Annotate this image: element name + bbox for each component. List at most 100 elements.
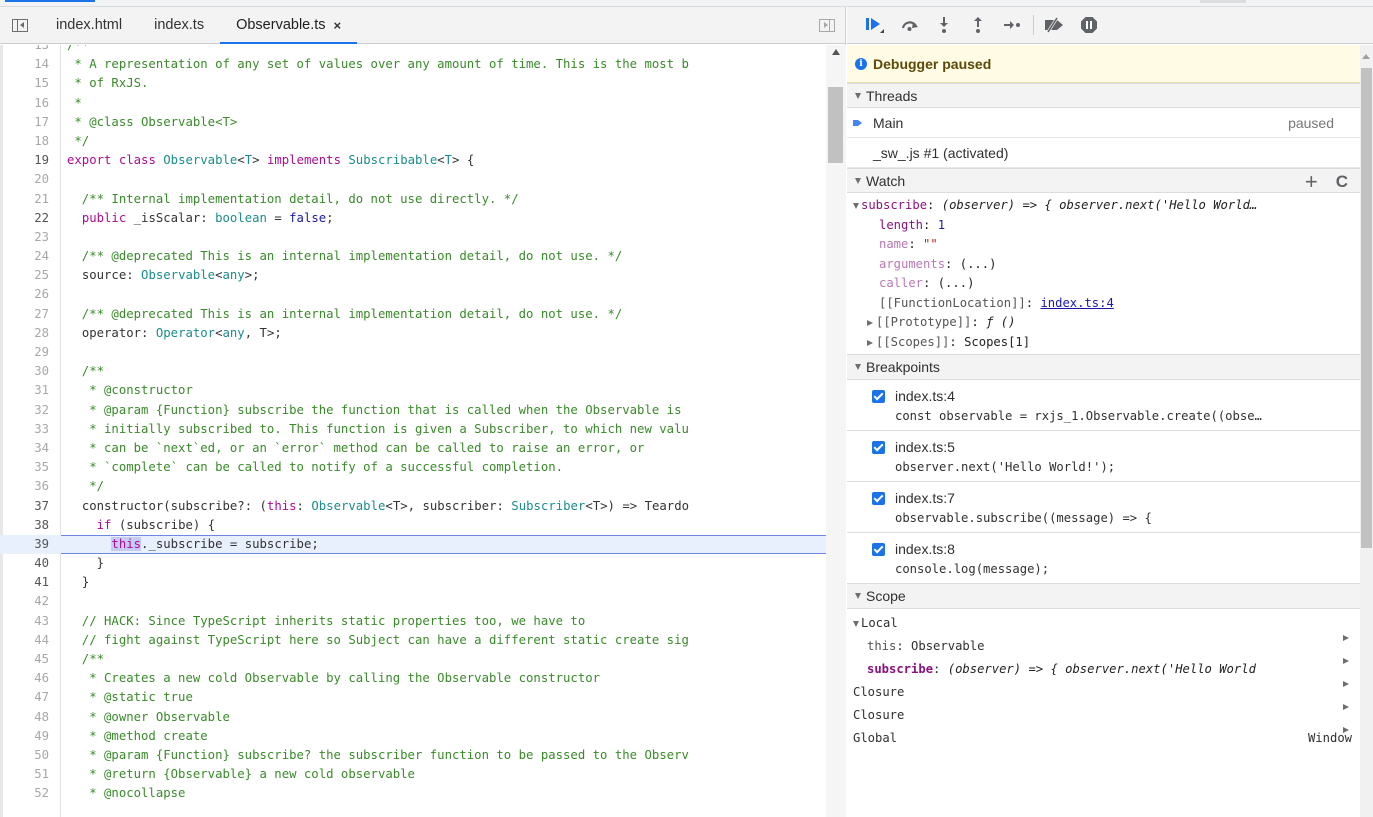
line-number[interactable]: 16 (0, 94, 55, 113)
line-number[interactable]: 29 (0, 343, 55, 362)
debugger-scroll-thumb[interactable] (1361, 68, 1372, 548)
line-number[interactable]: 30 (0, 362, 55, 381)
scope-local-subscribe[interactable]: subscribe: (observer) => { observer.next… (847, 658, 1360, 681)
add-watch-icon[interactable]: + (1305, 169, 1318, 195)
line-number[interactable]: 14 (0, 55, 55, 74)
scroll-up-icon[interactable] (832, 49, 840, 55)
line-number[interactable]: 18 (0, 132, 55, 151)
code-line[interactable]: 23 (0, 228, 826, 247)
line-number[interactable]: 40 (0, 554, 55, 573)
breakpoint-item[interactable]: index.ts:8 console.log(message); (847, 533, 1360, 584)
code-line[interactable]: 37 constructor(subscribe?: (this: Observ… (0, 497, 826, 516)
line-number[interactable]: 24 (0, 247, 55, 266)
code-line[interactable]: 41 } (0, 573, 826, 592)
line-number[interactable]: 38 (0, 516, 55, 535)
code-line[interactable]: 33 * initially subscribed to. This funct… (0, 420, 826, 439)
line-number[interactable]: 13 (0, 45, 55, 55)
code-line[interactable]: 49 * @method create (0, 727, 826, 746)
code-line[interactable]: 31 * @constructor (0, 381, 826, 400)
code-line[interactable]: 28 operator: Operator<any, T>; (0, 324, 826, 343)
scope-local-this[interactable]: this: Observable (847, 635, 1360, 658)
line-number[interactable]: 33 (0, 420, 55, 439)
breakpoint-item[interactable]: index.ts:5 observer.next('Hello World!'); (847, 431, 1360, 482)
watch-prop-prototype[interactable]: [[Prototype]]: ƒ () (847, 313, 1360, 333)
resume-button[interactable] (859, 10, 893, 40)
line-number[interactable]: 23 (0, 228, 55, 247)
line-number[interactable]: 34 (0, 439, 55, 458)
code-line[interactable]: 40 } (0, 554, 826, 573)
resize-grip[interactable] (1200, 0, 1246, 3)
line-number[interactable]: 45 (0, 650, 55, 669)
line-number[interactable]: 37 (0, 497, 55, 516)
toggle-navigator-button[interactable] (0, 7, 40, 43)
function-location-link[interactable]: index.ts:4 (1040, 296, 1113, 310)
code-line[interactable]: 43 // HACK: Since TypeScript inherits st… (0, 612, 826, 631)
code-line[interactable]: 24 /** @deprecated This is an internal i… (0, 247, 826, 266)
watch-prop-arguments[interactable]: arguments: (...) (847, 255, 1360, 275)
breakpoint-checkbox[interactable] (872, 543, 885, 556)
line-number[interactable]: 50 (0, 746, 55, 765)
code-line[interactable]: 27 /** @deprecated This is an internal i… (0, 305, 826, 324)
code-line[interactable]: 22 public _isScalar: boolean = false; (0, 209, 826, 228)
prop-value[interactable]: (...) (938, 276, 975, 290)
line-number[interactable]: 26 (0, 285, 55, 304)
thread-item-sw[interactable]: _sw_.js #1 (activated) (847, 138, 1360, 168)
line-number[interactable]: 47 (0, 688, 55, 707)
tab-index-html[interactable]: index.html (40, 7, 138, 43)
code-line[interactable]: 25 source: Observable<any>; (0, 266, 826, 285)
line-number[interactable]: 31 (0, 381, 55, 400)
breakpoint-checkbox[interactable] (872, 390, 885, 403)
code-line[interactable]: 48 * @owner Observable (0, 708, 826, 727)
code-line[interactable]: 29 (0, 343, 826, 362)
breakpoint-item[interactable]: index.ts:7 observable.subscribe((message)… (847, 482, 1360, 533)
scope-local[interactable]: Local (847, 612, 1360, 635)
refresh-watch-icon[interactable]: C (1336, 172, 1348, 192)
toggle-debugger-button[interactable] (809, 7, 845, 43)
code-line[interactable]: 21 /** Internal implementation detail, d… (0, 190, 826, 209)
code-line[interactable]: 52 * @nocollapse (0, 784, 826, 803)
step-button[interactable] (995, 10, 1029, 40)
code-line[interactable]: 51 * @return {Observable} a new cold obs… (0, 765, 826, 784)
code-line[interactable]: 19 export class Observable<T> implements … (0, 151, 826, 170)
scope-closure[interactable]: Closure (847, 704, 1360, 727)
prop-value[interactable]: (...) (960, 257, 997, 271)
debugger-scrollbar[interactable] (1360, 45, 1373, 817)
code-line[interactable]: 15 * of RxJS. (0, 74, 826, 93)
line-number[interactable]: 35 (0, 458, 55, 477)
scope-global[interactable]: Global Window (847, 727, 1360, 750)
line-number[interactable]: 49 (0, 727, 55, 746)
code-line[interactable]: 32 * @param {Function} subscribe the fun… (0, 401, 826, 420)
code-line[interactable]: 38 if (subscribe) { (0, 516, 826, 535)
line-number[interactable]: 19 (0, 151, 55, 170)
code-line[interactable]: 17 * @class Observable<T> (0, 113, 826, 132)
code-view[interactable]: 13 /** 14 * A representation of any set of… (0, 45, 826, 817)
line-number[interactable]: 41 (0, 573, 55, 592)
line-number[interactable]: 39 (0, 535, 55, 554)
breakpoint-item[interactable]: index.ts:4 const observable = rxjs_1.Obse… (847, 380, 1360, 431)
scope-section-header[interactable]: Scope (847, 584, 1360, 609)
breakpoint-checkbox[interactable] (872, 492, 885, 505)
deactivate-breakpoints-button[interactable] (1038, 10, 1072, 40)
line-number[interactable]: 44 (0, 631, 55, 650)
code-line[interactable]: 36 */ (0, 477, 826, 496)
scroll-up-icon[interactable] (1362, 54, 1370, 59)
line-number[interactable]: 28 (0, 324, 55, 343)
line-number[interactable]: 21 (0, 190, 55, 209)
line-number[interactable]: 15 (0, 74, 55, 93)
breakpoint-checkbox[interactable] (872, 441, 885, 454)
line-number[interactable]: 25 (0, 266, 55, 285)
code-line[interactable]: 20 (0, 170, 826, 189)
breakpoints-section-header[interactable]: Breakpoints (847, 355, 1360, 380)
line-number[interactable]: 17 (0, 113, 55, 132)
watch-prop-name[interactable]: name: "" (847, 235, 1360, 255)
code-line[interactable]: 46 * Creates a new cold Observable by ca… (0, 669, 826, 688)
code-line[interactable]: 13 /** (0, 45, 826, 55)
code-line[interactable]: 34 * can be `next`ed, or an `error` meth… (0, 439, 826, 458)
watch-section-header[interactable]: Watch + C (847, 168, 1360, 195)
editor-scroll-thumb[interactable] (828, 87, 843, 163)
scope-closure[interactable]: Closure (847, 681, 1360, 704)
line-number[interactable]: 32 (0, 401, 55, 420)
close-tab-icon[interactable]: × (334, 18, 342, 33)
watch-prop-scopes[interactable]: [[Scopes]]: Scopes[1] (847, 333, 1360, 353)
code-line[interactable]: 45 /** (0, 650, 826, 669)
